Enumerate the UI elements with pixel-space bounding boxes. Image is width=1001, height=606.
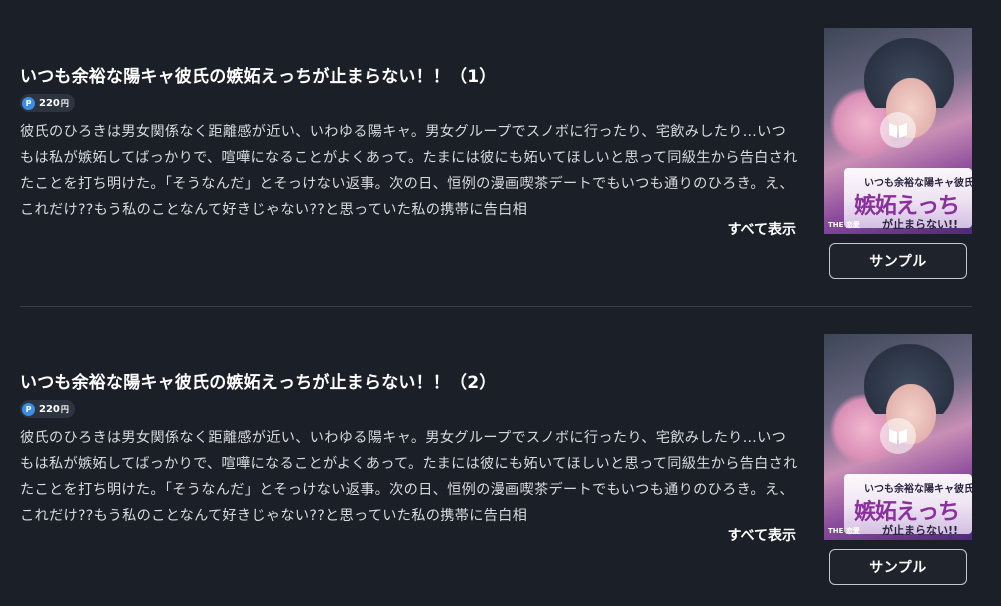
open-book-glyph — [889, 429, 907, 444]
open-book-icon[interactable] — [880, 112, 916, 148]
cover-title-bottom: が止まらない!! — [882, 524, 959, 537]
volume-info: いつも余裕な陽キャ彼氏の嫉妬えっちが止まらない！！（1） P 220 円 彼氏のひ… — [20, 64, 800, 223]
open-book-glyph — [889, 123, 907, 138]
volume-info: いつも余裕な陽キャ彼氏の嫉妬えっちが止まらない！！（2） P 220 円 彼氏のひ… — [20, 370, 800, 529]
volume-description: 彼氏のひろきは男女関係なく距離感が近い、いわゆる陽キャ。男女グループでスノボに行… — [20, 430, 798, 524]
volume-description: 彼氏のひろきは男女関係なく距離感が近い、いわゆる陽キャ。男女グループでスノボに行… — [20, 124, 798, 218]
price-unit: 円 — [60, 98, 69, 108]
sample-button[interactable]: サンプル — [829, 243, 967, 279]
point-icon: P — [22, 96, 35, 110]
cover-publisher: THE 恋愛 — [828, 221, 860, 229]
price-unit: 円 — [60, 404, 69, 414]
volume-list: いつも余裕な陽キャ彼氏の嫉妬えっちが止まらない！！（1） P 220 円 彼氏のひ… — [0, 0, 1001, 606]
sample-button[interactable]: サンプル — [829, 549, 967, 585]
show-all-link[interactable]: すべて表示 — [728, 525, 796, 545]
price-value: 220 — [39, 403, 60, 415]
volume-item: いつも余裕な陽キャ彼氏の嫉妬えっちが止まらない！！（1） P 220 円 彼氏のひ… — [0, 0, 1001, 306]
volume-title[interactable]: いつも余裕な陽キャ彼氏の嫉妬えっちが止まらない！！（2） — [20, 370, 800, 396]
cover-title-top: いつも余裕な陽キャ彼氏の — [864, 178, 972, 189]
price-badge: P 220 円 — [20, 94, 75, 112]
point-icon: P — [22, 402, 35, 416]
price-value: 220 — [39, 97, 60, 109]
open-book-icon[interactable] — [880, 418, 916, 454]
cover-image[interactable]: いつも余裕な陽キャ彼氏の 嫉妬えっち が止まらない!! THE 恋愛 — [824, 28, 972, 234]
price-badge: P 220 円 — [20, 400, 75, 418]
cover-title-bottom: が止まらない!! — [882, 218, 959, 231]
cover-title-top: いつも余裕な陽キャ彼氏の — [864, 484, 972, 495]
cover-image[interactable]: いつも余裕な陽キャ彼氏の 嫉妬えっち が止まらない!! THE 恋愛 — [824, 334, 972, 540]
show-all-link[interactable]: すべて表示 — [728, 219, 796, 239]
volume-title[interactable]: いつも余裕な陽キャ彼氏の嫉妬えっちが止まらない！！（1） — [20, 64, 800, 90]
volume-item: いつも余裕な陽キャ彼氏の嫉妬えっちが止まらない！！（2） P 220 円 彼氏のひ… — [0, 306, 1001, 606]
cover-publisher: THE 恋愛 — [828, 527, 860, 535]
